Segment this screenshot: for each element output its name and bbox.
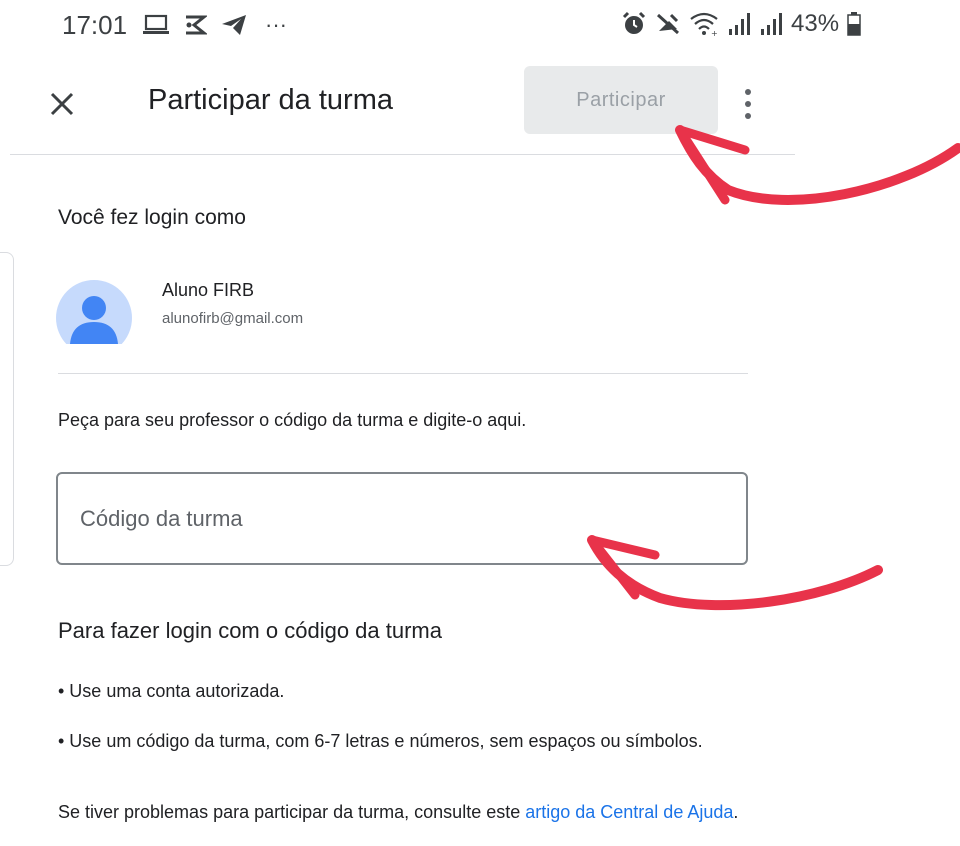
telegram-icon xyxy=(222,15,246,35)
app-bar-divider xyxy=(10,154,795,155)
alarm-icon xyxy=(622,11,646,34)
status-left-icons: ··· xyxy=(143,12,287,38)
account-name: Aluno FIRB xyxy=(162,280,255,300)
account-row: Aluno FIRB alunofirb@gmail.com xyxy=(56,270,746,350)
help-text-prefix: Se tiver problemas para participar da tu… xyxy=(58,802,526,822)
avatar xyxy=(56,280,132,344)
notification-icon xyxy=(186,15,207,35)
wifi-icon: + xyxy=(690,12,718,37)
app-bar: Participar da turma Participar xyxy=(0,54,800,154)
help-text: Se tiver problemas para participar da tu… xyxy=(58,799,758,825)
login-info-bullet: • Use um código da turma, com 6-7 letras… xyxy=(58,731,703,751)
account-email: alunofirb@gmail.com xyxy=(162,310,304,327)
signed-in-heading: Você fez login como xyxy=(58,206,246,229)
status-time: 17:01 xyxy=(62,10,128,40)
page-title: Participar da turma xyxy=(148,84,393,116)
battery-percent: 43% xyxy=(791,10,840,37)
more-vert-icon xyxy=(745,89,751,95)
mute-icon xyxy=(656,13,680,35)
person-icon xyxy=(56,280,132,344)
close-button[interactable] xyxy=(40,82,84,126)
join-button[interactable]: Participar xyxy=(524,66,718,134)
more-options-button[interactable] xyxy=(736,80,760,128)
class-code-input[interactable] xyxy=(56,472,748,565)
more-notifications-icon: ··· xyxy=(265,12,287,37)
svg-text:+: + xyxy=(711,29,718,37)
signal-icon xyxy=(729,13,750,35)
login-info-bullet: • Use uma conta autorizada. xyxy=(58,681,285,701)
close-icon xyxy=(50,92,74,116)
signal-icon xyxy=(761,13,782,35)
account-divider xyxy=(58,373,748,374)
status-right: + 43% xyxy=(621,10,861,38)
help-center-link[interactable]: artigo da Central de Ajuda xyxy=(525,802,733,822)
laptop-icon xyxy=(143,14,169,34)
help-text-suffix: . xyxy=(733,802,739,822)
battery-icon xyxy=(847,12,861,36)
login-info-heading: Para fazer login com o código da turma xyxy=(58,618,442,643)
code-instruction: Peça para seu professor o código da turm… xyxy=(58,410,527,430)
card-border xyxy=(0,252,14,566)
status-bar: 17:01 ··· + 43% xyxy=(0,0,960,54)
